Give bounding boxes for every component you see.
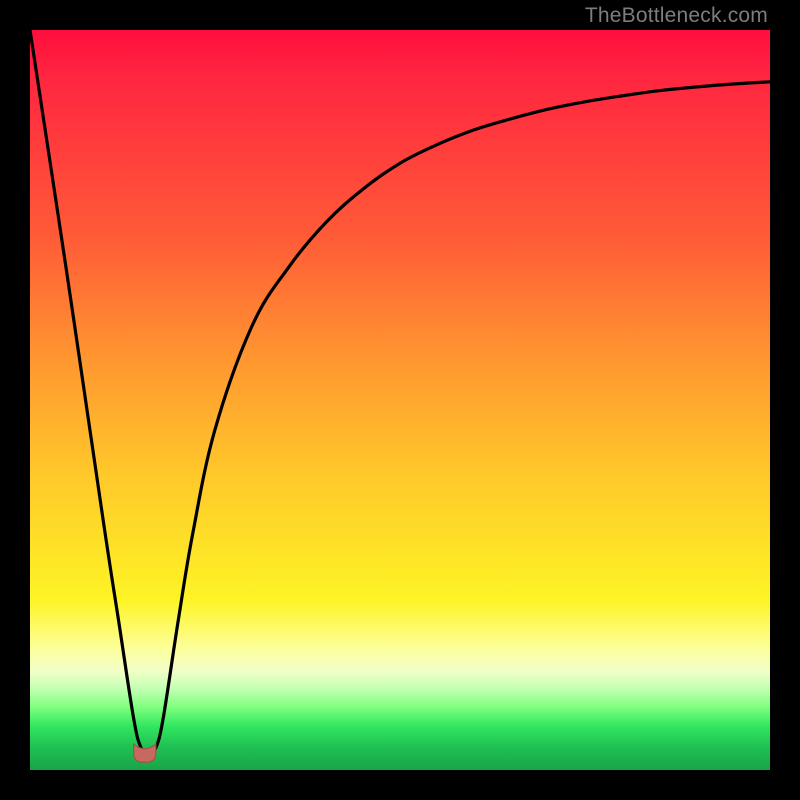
min-marker <box>134 744 156 762</box>
plot-area <box>30 30 770 770</box>
chart-frame: TheBottleneck.com <box>0 0 800 800</box>
watermark-text: TheBottleneck.com <box>585 4 768 28</box>
bottleneck-curve <box>30 30 770 755</box>
curve-layer <box>30 30 770 770</box>
